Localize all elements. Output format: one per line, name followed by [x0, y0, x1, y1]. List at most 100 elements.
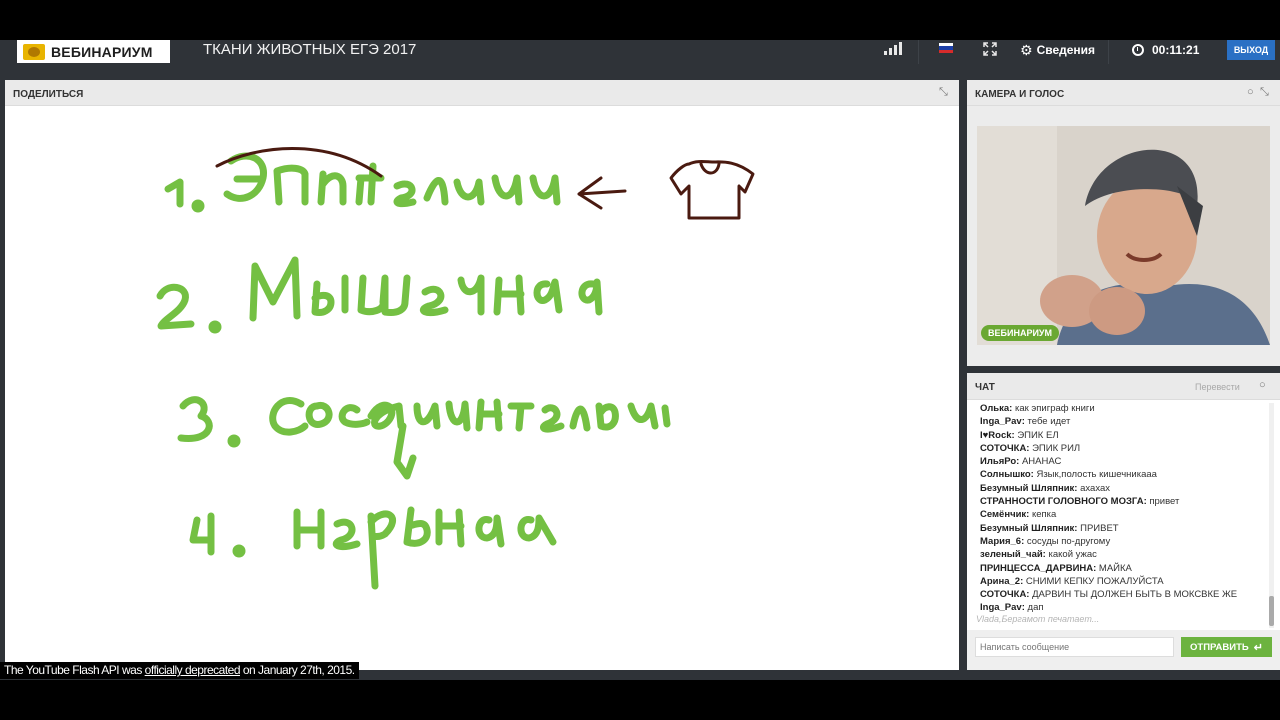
chat-message-user: Inga_Pav: [980, 602, 1025, 614]
top-bar: ВЕБИНАРИУМ ТКАНИ ЖИВОТНЫХ ЕГЭ 2017 ⚙ Све… [0, 40, 1280, 64]
deprecation-prefix: The YouTube Flash API was [4, 663, 145, 677]
chat-panel-title: ЧАТ [975, 382, 995, 393]
send-button[interactable]: ОТПРАВИТЬ ↵ [1181, 637, 1272, 657]
camera-badge: ВЕБИНАРИУМ [981, 325, 1060, 341]
chat-message: Олька: как эпиграф книги [980, 402, 1270, 415]
chat-message: Inga_Pav: дап [980, 601, 1270, 614]
camera-panel: КАМЕРА И ГОЛОС ○ ⤡ ВЕБИНАРИУМ [967, 80, 1280, 366]
chat-message-user: Безумный Шляпник: [980, 482, 1078, 494]
chat-message: СТРАННОСТИ ГОЛОВНОГО МОЗГА: привет [980, 495, 1270, 508]
wb-tshirt [669, 160, 755, 220]
russian-flag-icon[interactable] [939, 43, 953, 53]
chat-message-user: СТРАННОСТИ ГОЛОВНОГО МОЗГА: [980, 496, 1147, 508]
chat-message-text: ЭПИК РИЛ [1029, 442, 1081, 454]
chat-scrollbar-thumb[interactable] [1269, 596, 1274, 626]
translate-link[interactable]: Перевести [1195, 382, 1240, 392]
chat-panel: ЧАТ Перевести ○ Олька: как эпиграф книги… [967, 373, 1280, 670]
course-title: ТКАНИ ЖИВОТНЫХ ЕГЭ 2017 [203, 41, 417, 58]
presenter-image [977, 126, 1270, 345]
timer-value: 00:11:21 [1152, 43, 1200, 57]
chat-message-text: привет [1146, 496, 1180, 508]
wb-word-soedinitelnaya [269, 397, 671, 480]
wb-number-2 [156, 283, 195, 330]
typing-indicator: Vlada,Бергамот печатает... [976, 614, 1100, 624]
chat-message: Мария_6: сосуды по-другому [980, 535, 1270, 548]
chat-message-user: СОТОЧКА: [980, 589, 1030, 601]
wb-dot [208, 320, 222, 334]
chat-message-text: какой ужас [1045, 549, 1097, 561]
chat-message-list: Олька: как эпиграф книги Inga_Pav: тебе и… [980, 402, 1270, 617]
wb-dot [232, 544, 246, 558]
clock-icon [1132, 44, 1144, 56]
share-panel-header: ПОДЕЛИТЬСЯ ⤡ [5, 80, 959, 106]
chat-message-text: МАЙКА [1096, 562, 1132, 574]
chat-message-text: кепка [1029, 509, 1057, 521]
chat-message-user: ПРИНЦЕССА_ДАРВИНА: [980, 562, 1097, 574]
deprecation-notice: The YouTube Flash API was officially dep… [0, 662, 359, 679]
wb-arrow [577, 176, 627, 210]
chat-message-user: I♥Rock: [980, 429, 1015, 441]
chat-message-user: Семёнчик: [980, 509, 1030, 521]
chat-scrollbar[interactable] [1269, 403, 1274, 628]
exit-button[interactable]: ВЫХОД [1227, 40, 1275, 60]
chat-message-user: Inga_Pav: [980, 416, 1025, 428]
chat-message-user: Мария_6: [980, 535, 1025, 547]
enter-icon: ↵ [1253, 641, 1263, 654]
camera-video: ВЕБИНАРИУМ [977, 126, 1270, 345]
send-label: ОТПРАВИТЬ [1190, 641, 1249, 653]
chat-message-text: ахахах [1077, 482, 1111, 494]
signal-strength-icon[interactable] [884, 41, 906, 55]
chat-message-user: Арина_2: [980, 575, 1024, 587]
session-timer: 00:11:21 [1132, 41, 1199, 59]
chat-message: Inga_Pav: тебе идет [980, 415, 1270, 428]
info-label: Сведения [1036, 43, 1096, 57]
logo-icon [23, 43, 45, 60]
chat-message: Безумный Шляпник: ПРИВЕТ [980, 522, 1270, 535]
chat-message: ИльяРо: АНАНАС [980, 455, 1270, 468]
chat-message-text: АНАНАС [1019, 456, 1062, 468]
wb-number-3 [177, 396, 213, 442]
wb-number-1 [164, 178, 184, 208]
logo: ВЕБИНАРИУМ [17, 40, 170, 63]
collapse-icon[interactable]: ⤡ [939, 86, 948, 99]
deprecation-suffix: on January 27th, 2015. [240, 663, 355, 677]
gear-icon: ⚙ [1020, 41, 1033, 58]
logo-text: ВЕБИНАРИУМ [51, 43, 153, 60]
chat-message-user: СОТОЧКА: [980, 442, 1030, 454]
chat-message-input[interactable] [975, 637, 1174, 657]
chat-message: зеленый_чай: какой ужас [980, 548, 1270, 561]
wb-word-nervnaya [293, 506, 557, 590]
chat-message-user: Олька: [980, 403, 1013, 414]
chat-message-text: сосуды по-другому [1024, 535, 1111, 547]
chat-message: СОТОЧКА: ДАРВИН ТЫ ДОЛЖЕН БЫТЬ В МОКСВКЕ… [980, 588, 1270, 601]
chat-message: Арина_2: СНИМИ КЕПКУ ПОЖАЛУЙСТА [980, 575, 1270, 588]
chat-message: I♥Rock: ЭПИК ЕЛ [980, 429, 1270, 442]
settings-icon[interactable]: ○ [1247, 86, 1254, 98]
share-panel-title: ПОДЕЛИТЬСЯ [13, 89, 84, 100]
chat-settings-icon[interactable]: ○ [1259, 379, 1266, 391]
chat-message-text: ПРИВЕТ [1077, 522, 1119, 534]
chat-composer: ОТПРАВИТЬ ↵ [967, 630, 1280, 670]
chat-message-text: как эпиграф книги [1012, 403, 1095, 414]
chat-message-user: ИльяРо: [980, 456, 1020, 468]
webinar-app: ВЕБИНАРИУМ ТКАНИ ЖИВОТНЫХ ЕГЭ 2017 ⚙ Све… [0, 40, 1280, 680]
chat-message: Семёнчик: кепка [980, 508, 1270, 521]
fullscreen-icon[interactable] [983, 42, 997, 56]
info-button[interactable]: ⚙ Сведения [1020, 41, 1095, 59]
wb-word-epiteliy [223, 152, 561, 208]
chat-message: Безумный Шляпник: ахахах [980, 482, 1270, 495]
camera-panel-title: КАМЕРА И ГОЛОС [975, 89, 1065, 100]
wb-word-myshechnaya [249, 256, 603, 322]
separator [918, 40, 919, 64]
wb-dot [191, 199, 205, 213]
wb-number-4 [189, 512, 215, 556]
chat-message-user: Солнышко: [980, 469, 1034, 481]
chat-message: ПРИНЦЕССА_ДАРВИНА: МАЙКА [980, 562, 1270, 575]
chat-message-text: Язык,полость кишечникааа [1033, 469, 1157, 481]
chat-message-text: тебе идет [1024, 416, 1071, 428]
whiteboard [156, 147, 755, 590]
collapse-icon[interactable]: ⤡ [1260, 86, 1269, 99]
chat-panel-header: ЧАТ Перевести ○ [967, 373, 1280, 400]
deprecation-link[interactable]: officially deprecated [145, 663, 241, 677]
chat-message-user: зеленый_чай: [980, 549, 1046, 561]
